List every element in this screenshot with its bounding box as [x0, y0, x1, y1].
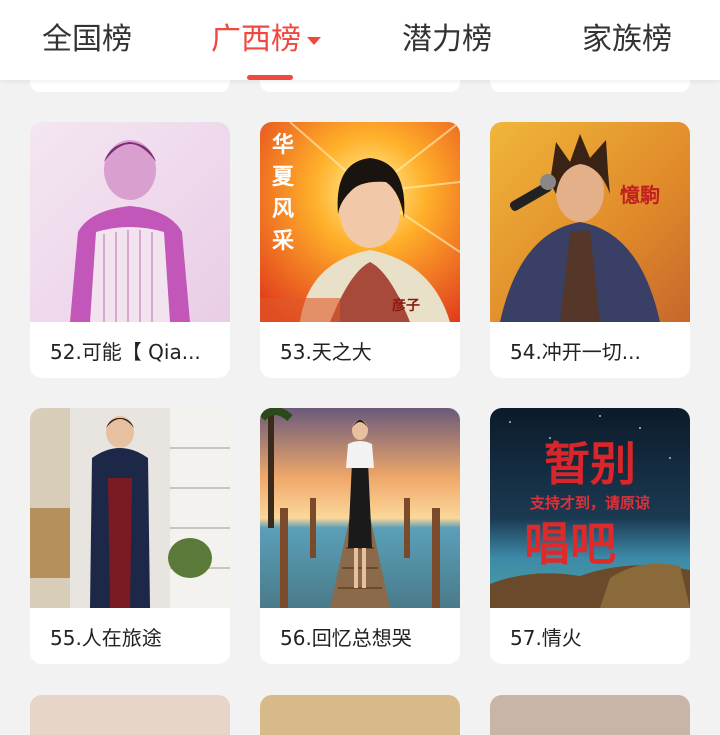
- svg-text:夏: 夏: [272, 164, 295, 189]
- song-card[interactable]: 暂别 支持才到，请原谅 唱吧 57.情火: [490, 408, 690, 664]
- active-tab-indicator: [247, 75, 293, 80]
- tab-potential[interactable]: 潜力榜: [402, 18, 492, 62]
- cover-text: 暂别: [544, 437, 636, 491]
- song-card[interactable]: [260, 695, 460, 735]
- song-title: 52.可能【 Qia...: [50, 340, 201, 364]
- svg-text:风: 风: [272, 196, 294, 221]
- song-card[interactable]: 55.人在旅途: [30, 408, 230, 664]
- song-card[interactable]: [490, 695, 690, 735]
- song-cover-image: [30, 408, 230, 608]
- song-cover-image: 暂别 支持才到，请原谅 唱吧: [490, 408, 690, 608]
- song-title: 56.回忆总想哭: [280, 626, 412, 650]
- tab-guangxi[interactable]: 广西榜: [211, 18, 321, 62]
- song-card[interactable]: 52.可能【 Qia...: [30, 122, 230, 378]
- song-cover-image: [260, 408, 460, 608]
- song-cover-image: [30, 122, 230, 322]
- svg-text:唱吧: 唱吧: [524, 517, 616, 571]
- song-card[interactable]: 56.回忆总想哭: [260, 408, 460, 664]
- caret-down-icon: [307, 36, 321, 45]
- song-cover-image: 华 夏 风 采 彦子: [260, 122, 460, 322]
- tab-guangxi-label: 广西榜: [211, 22, 301, 57]
- song-title: 57.情火: [510, 626, 582, 650]
- svg-text:采: 采: [272, 228, 294, 253]
- svg-text:彦子: 彦子: [392, 297, 420, 314]
- svg-text:支持才到，请原谅: 支持才到，请原谅: [529, 494, 650, 512]
- song-card[interactable]: [30, 695, 230, 735]
- cover-text: 华: [272, 132, 294, 157]
- song-title: 54.冲开一切...: [510, 340, 641, 364]
- song-card[interactable]: 憶駒 54.冲开一切...: [490, 122, 690, 378]
- ranking-tab-bar: 全国榜 广西榜 潜力榜 家族榜: [0, 0, 720, 80]
- tab-national[interactable]: 全国榜: [42, 18, 132, 62]
- svg-text:憶駒: 憶駒: [620, 183, 660, 207]
- tab-family[interactable]: 家族榜: [582, 18, 672, 62]
- song-cover-image: 憶駒: [490, 122, 690, 322]
- song-title: 53.天之大: [280, 340, 372, 364]
- song-card[interactable]: 华 夏 风 采 彦子 53.天之大: [260, 122, 460, 378]
- song-title: 55.人在旅途: [50, 626, 162, 650]
